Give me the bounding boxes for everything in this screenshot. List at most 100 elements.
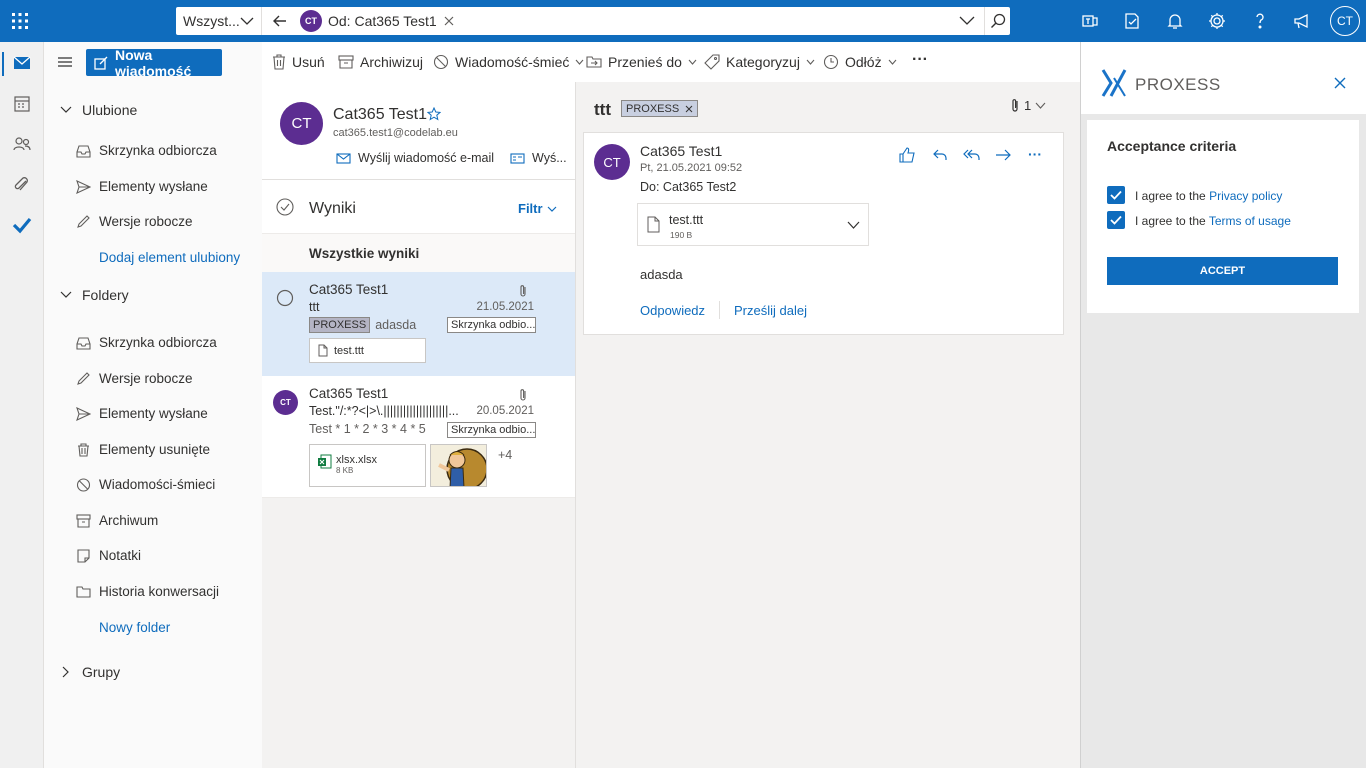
folder-item-inbox[interactable]: Skrzynka odbiorcza xyxy=(76,335,217,350)
star-icon[interactable] xyxy=(427,107,441,121)
chevron-down-icon xyxy=(547,206,557,212)
help-icon[interactable] xyxy=(1250,11,1270,31)
select-all-checkbox-icon[interactable] xyxy=(276,198,294,216)
search-filter-chip[interactable]: CT Od: Cat365 Test1 xyxy=(300,10,454,32)
paperclip-icon[interactable] xyxy=(12,176,32,194)
reply-link[interactable]: Odpowiedz xyxy=(640,303,705,318)
archive-button[interactable]: Archiwizuj xyxy=(338,54,423,70)
back-arrow-icon[interactable] xyxy=(272,13,288,29)
folder-item-sent[interactable]: Elementy wysłane xyxy=(76,406,208,421)
trash-icon xyxy=(272,54,292,70)
contact-second-action[interactable]: Wyś... xyxy=(510,151,567,165)
mail-icon[interactable] xyxy=(12,54,32,72)
mail-outline-icon xyxy=(336,152,351,164)
message-sender: Cat365 Test1 xyxy=(309,386,389,401)
favorite-item-sent[interactable]: Elementy wysłane xyxy=(76,179,208,194)
add-favorite-link[interactable]: Dodaj element ulubiony xyxy=(99,250,240,265)
send-email-label: Wyślij wiadomość e-mail xyxy=(358,151,495,165)
forward-icon[interactable] xyxy=(995,147,1012,163)
privacy-policy-link[interactable]: Privacy policy xyxy=(1209,189,1282,203)
move-label: Przenieś do xyxy=(608,54,682,70)
new-message-button[interactable]: Nowa wiadomość xyxy=(86,47,222,79)
hamburger-menu-icon[interactable] xyxy=(58,56,72,68)
app-launcher-icon[interactable] xyxy=(10,11,30,31)
reply-all-icon[interactable] xyxy=(963,147,981,163)
contact-avatar: CT xyxy=(280,102,323,145)
favorite-item-drafts[interactable]: Wersje robocze xyxy=(76,214,193,229)
gear-icon[interactable] xyxy=(1207,11,1227,31)
attachment-chip[interactable]: test.ttt xyxy=(309,338,426,363)
folder-item-notes[interactable]: Notatki xyxy=(76,548,141,563)
snooze-label: Odłóż xyxy=(845,54,882,70)
search-button[interactable] xyxy=(984,7,1010,35)
todo-icon[interactable] xyxy=(1122,11,1142,31)
delete-button[interactable]: Usuń xyxy=(272,54,325,70)
chevron-down-icon[interactable] xyxy=(847,221,860,229)
app-rail xyxy=(0,42,44,768)
terms-prefix: I agree to the xyxy=(1135,214,1206,228)
folder-badge: Skrzynka odbio... xyxy=(447,317,536,333)
search-box[interactable]: Wszyst... CT Od: Cat365 Test1 xyxy=(176,7,1010,35)
close-icon[interactable] xyxy=(444,16,454,26)
folder-item-drafts[interactable]: Wersje robocze xyxy=(76,371,193,386)
attachment-chip[interactable]: xlsx.xlsx 8 KB xyxy=(309,444,426,487)
sender-avatar: CT xyxy=(273,390,298,415)
folder-item-conversation-history[interactable]: Historia konwersacji xyxy=(76,584,219,599)
excel-file-icon xyxy=(318,454,332,469)
attachment-count-dropdown[interactable]: 1 xyxy=(1010,98,1046,113)
move-to-button[interactable]: Przenieś do xyxy=(586,54,703,70)
favorites-header[interactable]: Ulubione xyxy=(60,102,137,118)
accept-button[interactable]: ACCEPT xyxy=(1107,257,1338,285)
more-actions-button[interactable]: ··· xyxy=(912,51,928,69)
close-icon[interactable] xyxy=(685,105,693,113)
search-scope-dropdown[interactable]: Wszyst... xyxy=(176,7,262,35)
send-email-action[interactable]: Wyślij wiadomość e-mail xyxy=(336,151,494,165)
message-item[interactable]: CT Cat365 Test1 Test."/:*?<|>\.|||||||||… xyxy=(262,376,575,498)
folder-item-deleted[interactable]: Elementy usunięte xyxy=(76,442,210,457)
search-options-chevron-icon[interactable] xyxy=(958,14,976,28)
archive-icon xyxy=(76,513,99,528)
people-icon[interactable] xyxy=(12,135,32,153)
snooze-button[interactable]: Odłóż xyxy=(823,54,903,70)
folder-item-junk[interactable]: Wiadomości-śmieci xyxy=(76,477,215,492)
categorize-button[interactable]: Kategoryzuj xyxy=(704,54,821,70)
teams-icon[interactable] xyxy=(1080,11,1100,31)
note-icon xyxy=(76,548,99,563)
user-avatar[interactable]: CT xyxy=(1330,6,1360,36)
image-attachment-thumbnail[interactable] xyxy=(430,444,487,487)
message-item-selected[interactable]: Cat365 Test1 ttt 21.05.2021 PROXESS adas… xyxy=(262,272,575,376)
category-tag: PROXESS xyxy=(309,317,371,333)
reply-icon[interactable] xyxy=(932,147,948,163)
select-circle-icon[interactable] xyxy=(276,289,294,307)
favorite-label: Skrzynka odbiorcza xyxy=(99,143,217,158)
inbox-icon xyxy=(76,336,99,350)
feedback-icon[interactable] xyxy=(1292,11,1312,31)
categorize-label: Kategoryzuj xyxy=(726,54,800,70)
pencil-icon xyxy=(76,371,99,386)
privacy-checkbox[interactable] xyxy=(1107,186,1125,204)
junk-button[interactable]: Wiadomość-śmieć xyxy=(433,54,590,70)
category-tag[interactable]: PROXESS xyxy=(621,100,699,117)
folder-item-archive[interactable]: Archiwum xyxy=(76,513,158,528)
calendar-icon[interactable] xyxy=(12,95,32,113)
groups-header[interactable]: Grupy xyxy=(60,664,120,680)
like-icon[interactable] xyxy=(899,147,916,163)
favorite-item-inbox[interactable]: Skrzynka odbiorcza xyxy=(76,143,217,158)
folders-header[interactable]: Foldery xyxy=(60,287,129,303)
forward-link[interactable]: Prześlij dalej xyxy=(734,303,807,318)
terms-of-usage-link[interactable]: Terms of usage xyxy=(1209,214,1291,228)
message-sender: Cat365 Test1 xyxy=(309,282,389,297)
filter-button[interactable]: Filtr xyxy=(518,201,557,216)
close-icon[interactable] xyxy=(1334,77,1346,89)
more-actions-icon[interactable]: ··· xyxy=(1028,147,1042,161)
new-folder-link[interactable]: Nowy folder xyxy=(99,620,170,635)
attachment-card[interactable]: test.ttt 190 B xyxy=(637,203,869,246)
file-icon xyxy=(318,344,328,357)
more-attachments-count[interactable]: +4 xyxy=(498,448,512,462)
folder-label: Wersje robocze xyxy=(99,371,193,386)
bell-icon[interactable] xyxy=(1165,11,1185,31)
todo-check-icon[interactable] xyxy=(12,216,32,234)
attachment-size: 190 B xyxy=(670,230,693,240)
sender-name[interactable]: Cat365 Test1 xyxy=(640,143,722,159)
terms-checkbox[interactable] xyxy=(1107,211,1125,229)
